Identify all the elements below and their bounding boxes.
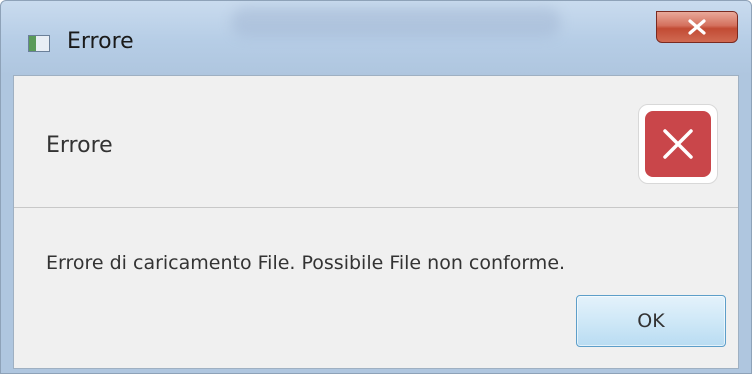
app-window-icon [28,35,50,52]
close-x-icon [688,19,706,35]
dialog-content: Errore Errore di caricamento File. Possi… [13,75,739,369]
window-title: Errore [67,29,134,54]
error-icon-frame [638,104,718,184]
error-message: Errore di caricamento File. Possibile Fi… [46,252,566,274]
error-x-icon [645,111,711,177]
dialog-window: Errore Errore Errore di caricamento File… [0,0,752,374]
dialog-header-text: Errore [46,133,113,158]
dialog-header: Errore [14,76,738,208]
close-button[interactable] [656,11,738,43]
title-bar[interactable]: Errore [1,1,751,75]
ok-button[interactable]: OK [576,295,726,347]
error-x-glyph [663,129,693,159]
